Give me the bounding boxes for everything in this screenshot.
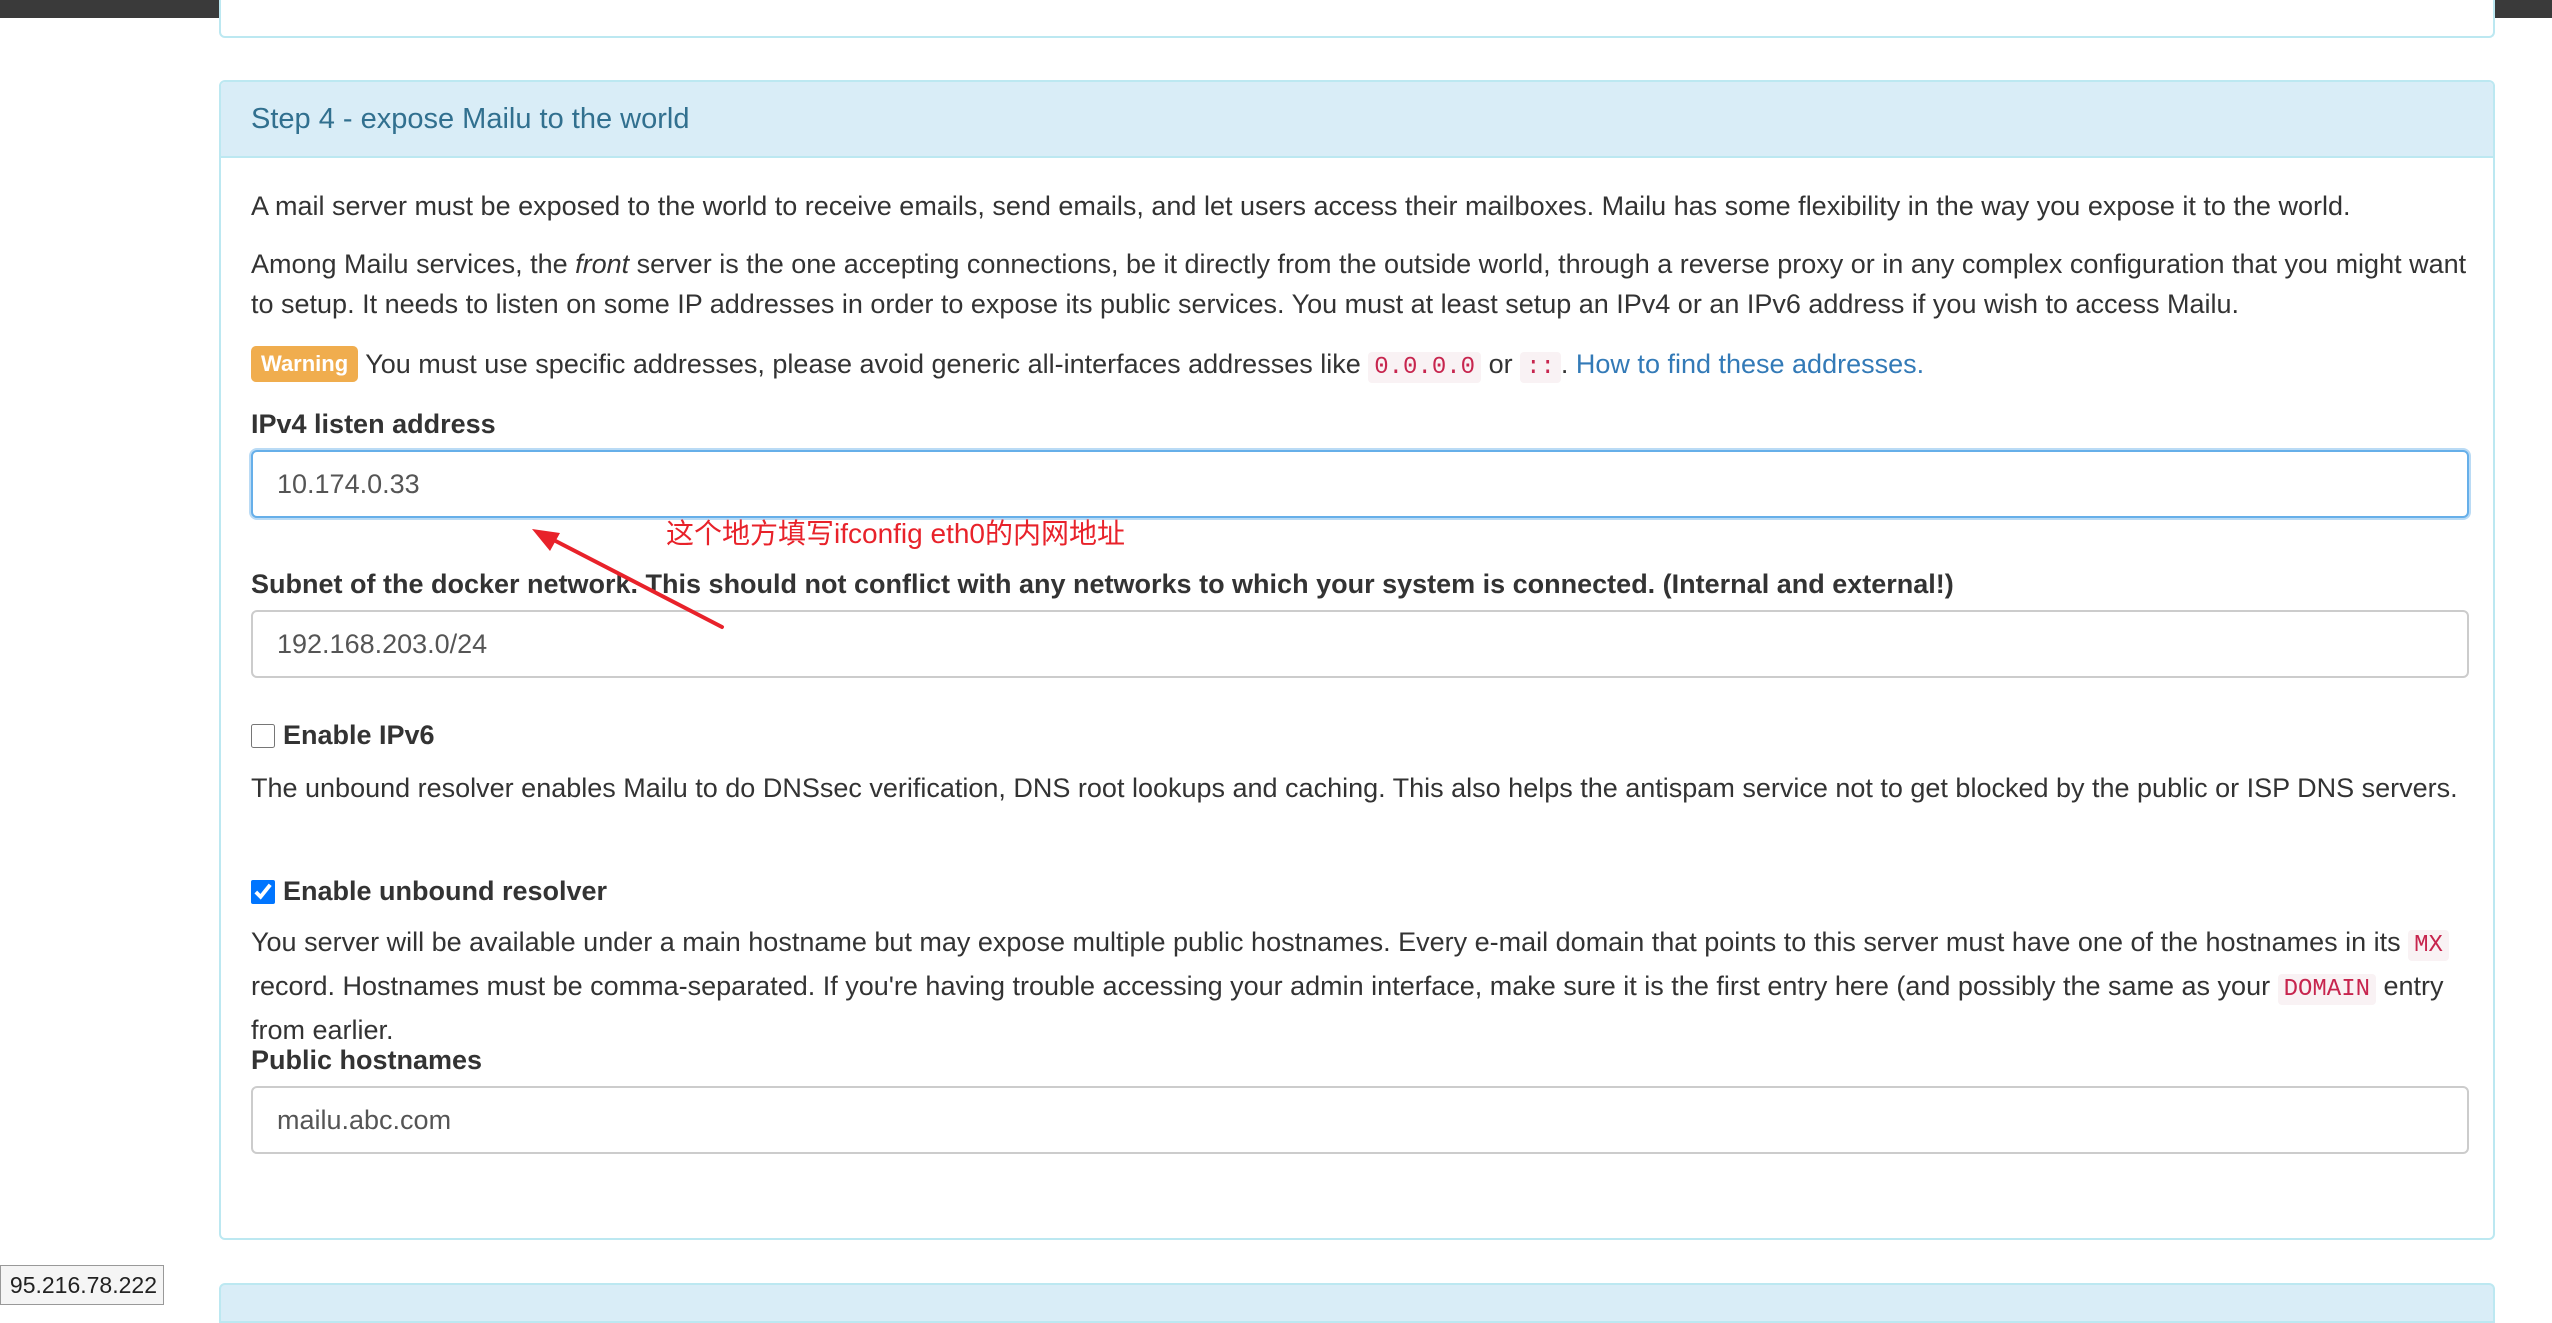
unbound-checkbox[interactable] bbox=[251, 879, 275, 904]
subnet-label: Subnet of the docker network. This shoul… bbox=[251, 569, 1954, 599]
ip-tooltip: 95.216.78.222 bbox=[0, 1265, 164, 1305]
find-addresses-link[interactable]: How to find these addresses. bbox=[1576, 349, 1924, 379]
intro-text: A mail server must be exposed to the wor… bbox=[251, 191, 2351, 221]
code-ipv4-any: 0.0.0.0 bbox=[1368, 352, 1482, 383]
ipv6-checkbox[interactable] bbox=[251, 723, 275, 748]
front-description: Among Mailu services, the front server i… bbox=[251, 244, 2471, 324]
warning-dot: . bbox=[1560, 349, 1576, 379]
unbound-checkbox-row[interactable]: Enable unbound resolver bbox=[251, 876, 607, 907]
warning-text: You must use specific addresses, please … bbox=[358, 349, 1369, 379]
unbound-description: The unbound resolver enables Mailu to do… bbox=[251, 773, 2458, 803]
ipv4-input[interactable] bbox=[251, 450, 2469, 518]
code-domain: DOMAIN bbox=[2277, 974, 2377, 1005]
warning-badge: Warning bbox=[251, 346, 359, 382]
next-step-panel bbox=[219, 1283, 2495, 1323]
front-emphasis: front bbox=[575, 249, 630, 279]
code-mx: MX bbox=[2408, 930, 2449, 961]
step4-panel: Step 4 - expose Mailu to the world A mai… bbox=[219, 80, 2495, 1240]
front-text-before: Among Mailu services, the bbox=[251, 249, 576, 279]
ipv6-label: Enable IPv6 bbox=[283, 720, 435, 750]
step-title: Step 4 - expose Mailu to the world bbox=[251, 102, 690, 135]
ipv4-label: IPv4 listen address bbox=[251, 409, 496, 439]
warning-line: Warning You must use specific addresses,… bbox=[251, 344, 2471, 388]
red-annotation-arrow bbox=[532, 529, 724, 629]
hostnames-text-1: You server will be available under a mai… bbox=[251, 927, 2409, 957]
red-annotation-text: 这个地方填写ifconfig eth0的内网地址 bbox=[666, 518, 1125, 549]
code-ipv6-any: :: bbox=[1520, 352, 1561, 383]
unbound-label: Enable unbound resolver bbox=[283, 876, 608, 906]
previous-step-panel bbox=[219, 0, 2495, 38]
hostnames-label: Public hostnames bbox=[251, 1045, 483, 1075]
ipv6-checkbox-row[interactable]: Enable IPv6 bbox=[251, 720, 435, 751]
panel-heading: Step 4 - expose Mailu to the world bbox=[221, 82, 2493, 158]
hostnames-input[interactable] bbox=[251, 1086, 2469, 1154]
warning-or: or bbox=[1481, 349, 1521, 379]
hostnames-description: You server will be available under a mai… bbox=[251, 922, 2471, 1050]
hostnames-text-2: record. Hostnames must be comma-separate… bbox=[251, 971, 2278, 1001]
